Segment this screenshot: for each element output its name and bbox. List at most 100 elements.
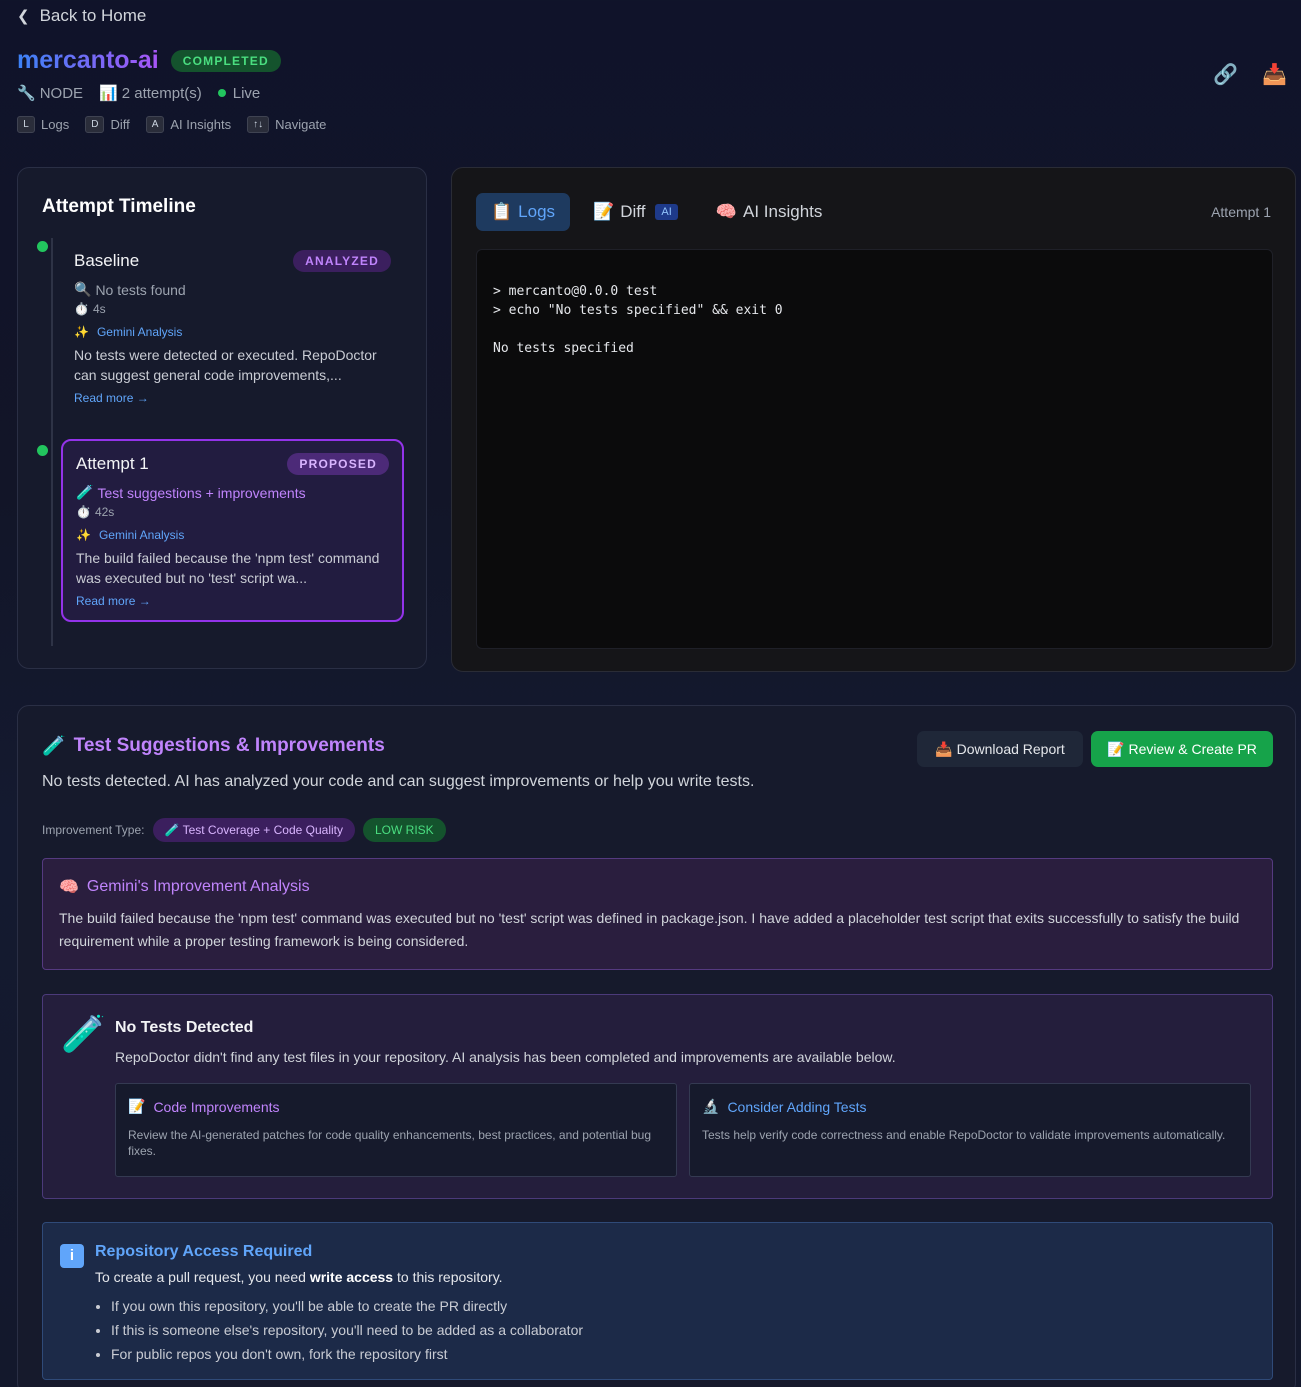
tab-label: Logs — [518, 202, 556, 221]
inbox-tray-icon[interactable]: 📥 — [1262, 62, 1287, 87]
clipboard-icon: 📋 — [491, 202, 513, 221]
shortcut-logs: L Logs — [17, 116, 69, 133]
access-bullets: If you own this repository, you'll be ab… — [111, 1297, 583, 1369]
review-create-pr-label: Review & Create PR — [1128, 741, 1257, 757]
back-to-home-link[interactable]: ❮ Back to Home — [17, 6, 146, 26]
info-icon: i — [60, 1244, 84, 1268]
attempts-label: 2 attempt(s) — [121, 84, 202, 102]
improvement-type-row: Improvement Type: 🧪 Test Coverage + Code… — [42, 818, 446, 842]
read-more-link[interactable]: Read more → — [76, 594, 389, 608]
access-text-after: to this repository. — [393, 1269, 503, 1285]
gemini-analysis-label: ✨ Gemini Analysis — [74, 325, 391, 339]
logs-panel: 📋 Logs 📝 Diff AI 🧠 AI Insights Attempt 1… — [451, 167, 1296, 672]
magnifier-icon: 🔍 — [74, 281, 92, 297]
analysis-heading: 🧠 Gemini's Improvement Analysis — [59, 877, 1256, 897]
attempt-status: 🧪 Test suggestions + improvements — [76, 484, 389, 501]
improvement-type-chip: 🧪 Test Coverage + Code Quality — [152, 818, 355, 842]
download-report-button[interactable]: 📥 Download Report — [917, 731, 1083, 767]
tab-logs[interactable]: 📋 Logs — [476, 193, 571, 231]
gemini-analysis-text: Gemini Analysis — [96, 325, 183, 339]
improvement-type-label: Improvement Type: — [42, 823, 145, 837]
tab-label: Diff — [620, 202, 646, 221]
consider-adding-tests-card[interactable]: 🔬 Consider Adding Tests Tests help verif… — [689, 1083, 1251, 1177]
suggestions-title: 🧪 Test Suggestions & Improvements — [42, 734, 385, 758]
log-line: No tests specified — [493, 341, 634, 356]
shortcut-key: ↑↓ — [247, 116, 270, 133]
attempt-name: Attempt 1 — [76, 454, 149, 473]
test-tube-icon: 🧪 — [42, 736, 66, 757]
attempt-duration: ⏱️ 42s — [76, 505, 389, 519]
no-tests-text: RepoDoctor didn't find any test files in… — [115, 1049, 896, 1065]
review-create-pr-button[interactable]: 📝 Review & Create PR — [1091, 731, 1273, 767]
timeline-title: Attempt Timeline — [42, 196, 196, 217]
attempt-description: The build failed because the 'npm test' … — [76, 550, 380, 586]
test-tube-icon: 🧪 — [61, 1013, 106, 1054]
tab-label: AI Insights — [743, 202, 823, 221]
timeline-line — [51, 238, 53, 646]
gemini-analysis-text: Gemini Analysis — [98, 528, 185, 542]
current-attempt-label: Attempt 1 — [1211, 204, 1271, 220]
analysis-text: The build failed because the 'npm test' … — [59, 910, 1240, 949]
runtime-meta: 🔧 NODE — [17, 84, 84, 103]
shortcut-ai-insights: A AI Insights — [145, 116, 232, 133]
inbox-tray-icon: 📥 — [935, 740, 953, 757]
shortcut-key: L — [17, 116, 35, 133]
ai-chip: AI — [655, 204, 678, 220]
shortcut-label: AI Insights — [170, 117, 232, 132]
test-suggestions-panel: 🧪 Test Suggestions & Improvements No tes… — [17, 705, 1296, 1387]
list-item: If you own this repository, you'll be ab… — [111, 1297, 583, 1321]
access-text-bold: write access — [309, 1269, 394, 1285]
timeline-dot — [37, 241, 48, 252]
analysis-title: Gemini's Improvement Analysis — [86, 878, 310, 895]
card-title: Consider Adding Tests — [727, 1098, 867, 1115]
stopwatch-icon: ⏱️ — [76, 505, 91, 519]
attempt-duration-text: 4s — [92, 302, 106, 316]
live-label: Live — [232, 84, 261, 102]
attempt-status-text: Test suggestions + improvements — [97, 484, 306, 501]
list-item: If this is someone else's repository, yo… — [111, 1321, 583, 1345]
list-item: For public repos you don't own, fork the… — [111, 1345, 583, 1369]
log-terminal[interactable]: > mercanto@0.0.0 test > echo "No tests s… — [476, 249, 1273, 649]
link-icon[interactable]: 🔗 — [1213, 62, 1238, 87]
attempt-timeline-panel: Attempt Timeline Baseline ANALYZED 🔍 No … — [17, 167, 427, 669]
memo-icon: 📝 — [128, 1098, 146, 1114]
test-tube-icon: 🧪 — [76, 484, 94, 500]
no-tests-title: No Tests Detected — [115, 1019, 254, 1036]
sparkles-icon: ✨ — [76, 528, 91, 542]
brain-icon: 🧠 — [59, 879, 79, 896]
keyboard-shortcuts: L Logs D Diff A AI Insights ↑↓ Navigate — [17, 116, 326, 133]
bar-chart-icon: 📊 — [99, 85, 118, 102]
shortcut-navigate: ↑↓ Navigate — [247, 116, 326, 133]
improvement-type-text: Test Coverage + Code Quality — [182, 823, 343, 837]
meta-row: 🔧 NODE 📊 2 attempt(s) Live — [17, 84, 261, 103]
top-actions: 🔗 📥 — [1213, 62, 1287, 87]
back-label: Back to Home — [39, 6, 147, 25]
shortcut-diff: D Diff — [85, 116, 130, 133]
log-line: > echo "No tests specified" && exit 0 — [493, 303, 783, 318]
memo-icon: 📝 — [593, 202, 615, 221]
chevron-left-icon: ❮ — [17, 8, 30, 25]
memo-icon: 📝 — [1107, 740, 1125, 757]
shortcut-label: Navigate — [275, 117, 327, 132]
download-report-label: Download Report — [956, 741, 1065, 757]
access-title: Repository Access Required — [95, 1243, 313, 1260]
attempt-card-baseline[interactable]: Baseline ANALYZED 🔍 No tests found ⏱️ 4s… — [61, 238, 404, 417]
gemini-analysis-label: ✨ Gemini Analysis — [76, 528, 389, 542]
access-text: To create a pull request, you need write… — [95, 1269, 503, 1285]
attempt-name: Baseline — [74, 251, 140, 270]
attempt-card-attempt-1[interactable]: Attempt 1 PROPOSED 🧪 Test suggestions + … — [61, 439, 404, 622]
card-text: Review the AI-generated patches for code… — [128, 1128, 651, 1158]
microscope-icon: 🔬 — [702, 1098, 720, 1114]
live-dot-icon — [217, 89, 226, 97]
read-more-link[interactable]: Read more → — [74, 391, 391, 405]
tab-ai-insights[interactable]: 🧠 AI Insights — [701, 193, 838, 231]
runtime-label: NODE — [39, 84, 84, 102]
stopwatch-icon: ⏱️ — [74, 302, 89, 316]
tab-diff[interactable]: 📝 Diff AI — [578, 193, 693, 231]
shortcut-label: Logs — [41, 117, 70, 132]
status-badge: COMPLETED — [170, 49, 281, 72]
card-title: Code Improvements — [153, 1098, 280, 1115]
code-improvements-card[interactable]: 📝 Code Improvements Review the AI-genera… — [115, 1083, 677, 1177]
access-text-before: To create a pull request, you need — [95, 1269, 310, 1285]
